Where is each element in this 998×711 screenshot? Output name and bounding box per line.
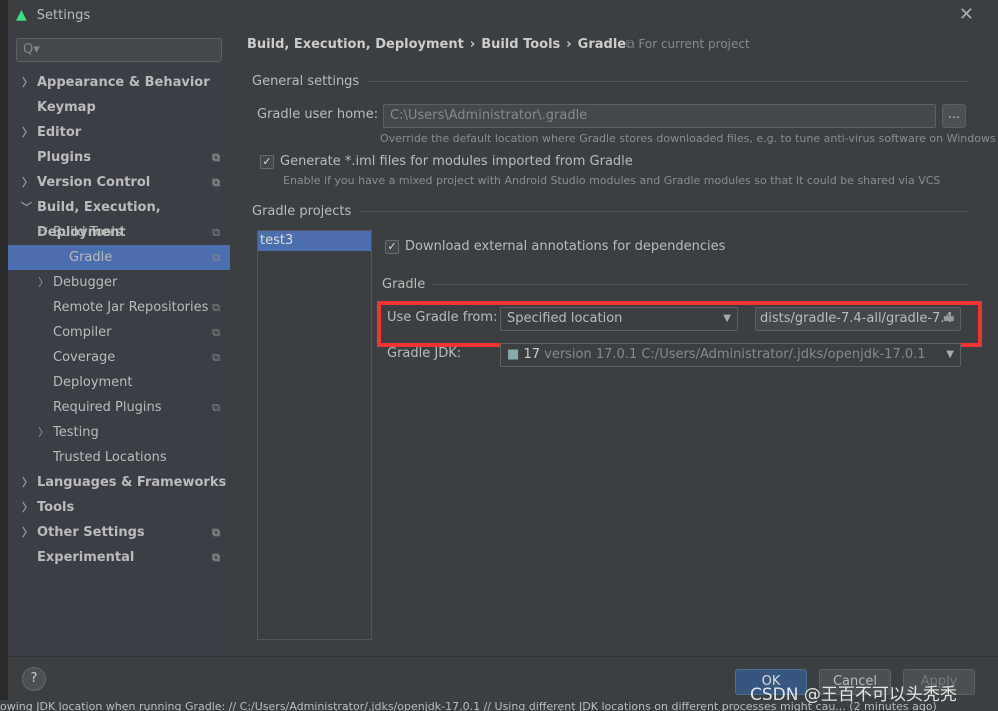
android-icon: ▲ — [16, 7, 27, 23]
project-icon: ⧉ — [212, 151, 220, 164]
project-icon: ⧉ — [212, 226, 220, 239]
project-item-test3[interactable]: test3 — [258, 231, 371, 251]
project-icon: ⧉ — [212, 326, 220, 339]
download-annotations-label: Download external annotations for depend… — [405, 239, 726, 254]
sidebar-item-languages[interactable]: 〉 Languages & Frameworks — [8, 470, 230, 495]
project-icon: ⧉ — [212, 526, 220, 539]
sidebar-item-remote-jar[interactable]: Remote Jar Repositories ⧉ — [8, 295, 230, 320]
sidebar-item-deployment[interactable]: Deployment — [8, 370, 230, 395]
sidebar-item-keymap[interactable]: Keymap — [8, 95, 230, 120]
sidebar-item-required-plugins[interactable]: Required Plugins ⧉ — [8, 395, 230, 420]
sidebar-item-coverage[interactable]: Coverage ⧉ — [8, 345, 230, 370]
sidebar-item-gradle[interactable]: Gradle ⧉ — [8, 245, 230, 270]
sidebar-item-build[interactable]: ﹀ Build, Execution, Deployment — [8, 195, 230, 240]
jdk-folder-icon: ■ — [507, 347, 520, 362]
gradle-home-label: Gradle user home: — [257, 107, 379, 122]
sidebar-item-testing[interactable]: 〉 Testing — [8, 420, 230, 445]
window-title: Settings — [36, 7, 91, 23]
search-input[interactable]: Q▾ — [16, 38, 222, 62]
generate-iml-hint: Enable if you have a mixed project with … — [283, 174, 941, 187]
sidebar-item-other-settings[interactable]: 〉 Other Settings ⧉ — [8, 520, 230, 545]
settings-dialog: ▲ Settings ✕ Q▾ 〉 Appearance & Behavior K… — [8, 0, 998, 700]
generate-iml-label: Generate *.iml files for modules importe… — [280, 154, 633, 169]
title-bar: ▲ Settings ✕ — [8, 0, 998, 30]
project-icon: ⧉ — [212, 551, 220, 564]
watermark: CSDN @王百不可以头秃秃 — [750, 685, 957, 705]
general-settings-section: General settings — [252, 74, 968, 89]
project-icon: ⧉ — [212, 301, 220, 314]
project-icon: ⧉ — [212, 176, 220, 189]
sidebar-item-appearance[interactable]: 〉 Appearance & Behavior — [8, 70, 230, 95]
sidebar-item-experimental[interactable]: Experimental ⧉ — [8, 545, 230, 570]
sidebar-item-plugins[interactable]: Plugins ⧉ — [8, 145, 230, 170]
gradle-section: Gradle — [382, 277, 968, 292]
gradle-projects-section: Gradle projects — [252, 204, 968, 219]
gradle-projects-list: test3 — [257, 230, 372, 640]
gradle-jdk-select[interactable]: ■ 17 version 17.0.1 C:/Users/Administrat… — [500, 343, 961, 367]
generate-iml-checkbox[interactable]: ✓ — [260, 155, 274, 169]
breadcrumb: Build, Execution, Deployment › Build Tools… — [247, 37, 627, 52]
sidebar-item-editor[interactable]: 〉 Editor — [8, 120, 230, 145]
for-current-project-label: ⧉ For current project — [626, 37, 750, 51]
dropdown-arrow-icon: ▼ — [946, 349, 954, 360]
download-annotations-checkbox[interactable]: ✓ — [385, 240, 399, 254]
browse-button[interactable]: ... — [942, 104, 966, 128]
sidebar-item-trusted-locations[interactable]: Trusted Locations — [8, 445, 230, 470]
settings-sidebar: Q▾ 〉 Appearance & Behavior Keymap 〉 Editor… — [8, 30, 230, 656]
help-button[interactable]: ? — [22, 667, 46, 691]
sidebar-item-tools[interactable]: 〉 Tools — [8, 495, 230, 520]
sidebar-item-debugger[interactable]: 〉 Debugger — [8, 270, 230, 295]
project-icon: ⧉ — [212, 251, 220, 264]
gradle-jdk-label: Gradle JDK: — [387, 346, 462, 361]
project-icon: ⧉ — [212, 351, 220, 364]
gradle-home-input[interactable]: C:\Users\Administrator\.gradle — [383, 104, 936, 128]
project-icon: ⧉ — [212, 401, 220, 414]
sidebar-item-compiler[interactable]: Compiler ⧉ — [8, 320, 230, 345]
highlight-annotation — [377, 301, 982, 347]
gradle-home-hint: Override the default location where Grad… — [380, 132, 996, 145]
sidebar-item-version-control[interactable]: 〉 Version Control ⧉ — [8, 170, 230, 195]
sidebar-item-build-tools[interactable]: ﹀ Build Tools ⧉ — [8, 220, 230, 245]
close-icon[interactable]: ✕ — [959, 4, 974, 25]
settings-content: Build, Execution, Deployment › Build Tools… — [230, 30, 998, 656]
